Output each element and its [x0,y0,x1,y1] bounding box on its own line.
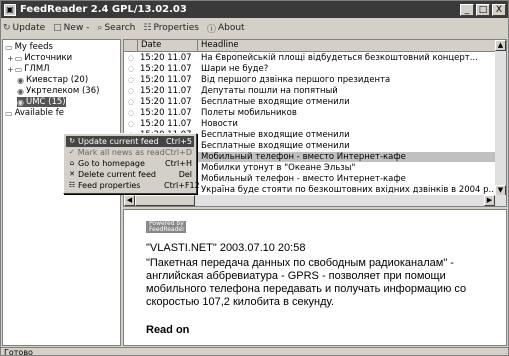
menu-feed-properties[interactable]: ☷ Feed properties Ctrl+F12 [66,180,200,191]
tree-item-glml[interactable]: + ▭ ГЛМЛ [7,64,50,74]
home-icon: ⌂ [69,159,75,167]
table-row[interactable]: ◌ 15:20 11.07 Шари не буде? [124,64,496,74]
table-row[interactable]: ◌ 15:20 11.07 Депутаты пошли на попятный [124,86,496,96]
delete-icon: ✕ [69,170,75,178]
horizontal-scrollbar[interactable]: ◀ ▶ [124,195,506,206]
scroll-up-icon[interactable]: ▲ [495,40,506,51]
feed-app-icon: ▣ [4,3,16,16]
tree-item-ukrtelecom[interactable]: ◉ Укртелеком (36) [17,86,99,96]
info-icon: ⓘ [206,24,216,35]
scroll-thumb[interactable] [135,195,195,206]
table-row[interactable]: ◌ 15:20 11.07 На Європейській площі відбуд… [124,53,496,63]
menu-delete-current-feed[interactable]: ✕ Delete current feed Del [66,169,194,180]
row-date: 15:20 11.07 [140,108,192,118]
row-headline: Бесплатные входящие отменили [201,141,350,151]
refresh-icon: ↻ [3,23,11,33]
folder-icon: ▭ [14,64,23,74]
news-item-icon: ◌ [127,98,135,106]
properties-icon: ☷ [68,181,76,189]
row-headline: Мобильный телефон - вместо Интернет-кафе [201,152,406,162]
list-header: Date Headline [124,40,496,52]
article-body: "Пакетная передача данных по свободным р… [146,257,467,308]
window-title: FeedReader 2.4 GPL/13.02.03 [20,4,187,15]
column-header-date[interactable]: Date [138,40,198,52]
properties-button[interactable]: ☷ Properties [143,23,199,33]
feed-icon: ◉ [17,86,24,96]
row-headline: Україна буде стояти по безкоштовних вхід… [201,185,496,195]
news-item-icon: ◌ [127,54,135,62]
tree-item-umc[interactable]: ◉ UMC (15) [17,97,66,107]
row-headline: Полеты мобильников [201,108,297,118]
column-header-headline[interactable]: Headline [198,40,496,52]
refresh-icon: ↻ [69,137,75,145]
menu-update-current-feed[interactable]: ↻ Update current feed Ctrl+5 [66,136,194,147]
row-headline: На Європейській площі відбудеться безкош… [201,53,478,63]
search-icon: ⌕ [97,23,103,33]
row-headline: Мобилки утонут в "Океане Эльзы" [201,163,356,173]
close-button[interactable]: X [492,3,506,16]
new-button[interactable]: □ New - [53,23,89,33]
row-headline: Бесплатные входящие отменили [201,130,350,140]
row-headline: Шари не буде? [201,64,269,74]
preview-pane: Powered by FeedReader "VLASTI.NET" 2003.0… [123,209,507,346]
vertical-scrollbar[interactable]: ▲ ▼ [495,40,506,196]
column-header-icon[interactable] [124,40,138,52]
news-item-icon: ◌ [127,65,135,73]
row-headline: Мобильный телефон - вместо Интернет-кафе [201,174,406,184]
news-item-icon: ◌ [127,87,135,95]
feed-icon: ◉ [17,97,24,107]
title-bar: ▣ FeedReader 2.4 GPL/13.02.03 _ □ X [1,1,508,18]
tree-item-sources[interactable]: + ▭ Источники [7,53,72,63]
news-item-icon: ◌ [127,120,135,128]
read-on-link[interactable]: Read on [146,324,189,336]
minimize-button[interactable]: _ [460,3,474,16]
row-headline: Новости [201,119,238,129]
row-headline: Від першого дзвінка першого президента [201,75,391,85]
properties-icon: ☷ [143,23,152,33]
powered-by-badge[interactable]: Powered by FeedReader [146,221,186,233]
search-button[interactable]: ⌕ Search [97,23,135,33]
new-icon: □ [53,23,62,33]
row-date: 15:20 11.07 [140,75,192,85]
status-bar: Готово [1,347,508,356]
menu-mark-all-read[interactable]: ✓ Mark all news as read Ctrl+D [66,147,194,158]
tree-root[interactable]: ▭ My feeds [5,42,53,52]
scroll-left-icon[interactable]: ◀ [124,195,135,206]
mark-read-icon: ✓ [68,148,75,156]
toolbar: ↻ Update □ New - ⌕ Search ☷ Properties ⓘ Abou… [1,19,508,37]
app-window: ▣ FeedReader 2.4 GPL/13.02.03 _ □ X ↻ Upd… [0,0,509,356]
feed-icon: ◉ [17,75,24,85]
context-menu: ↻ Update current feed Ctrl+5 ✓ Mark all new… [63,133,200,194]
row-date: 15:20 11.07 [140,97,192,107]
table-row[interactable]: ◌ 15:20 11.07 Бесплатные входящие отменили [124,97,496,107]
row-date: 15:20 11.07 [140,53,192,63]
about-button[interactable]: ⓘ About [207,22,245,35]
table-row[interactable]: ◌ 15:20 11.07 Полеты мобильников [124,108,496,118]
folder-icon: ▭ [5,42,13,52]
row-date: 15:20 11.07 [140,119,192,129]
menu-go-to-homepage[interactable]: ⌂ Go to homepage Ctrl+H [66,158,194,169]
news-item-icon: ◌ [127,76,135,84]
update-button[interactable]: ↻ Update [3,23,45,33]
tree-item-kyivstar[interactable]: ◉ Киевстар (20) [17,75,88,85]
maximize-button[interactable]: □ [476,3,490,16]
folder-icon: ▭ [5,108,13,118]
row-headline: Депутаты пошли на попятный [201,86,338,96]
expand-icon[interactable]: + [7,65,14,74]
expand-icon[interactable]: + [7,54,14,63]
table-row[interactable]: ◌ 15:20 11.07 Від першого дзвінка першого … [124,75,496,85]
folder-icon: ▭ [14,53,23,63]
row-headline: Бесплатные входящие отменили [201,97,350,107]
row-date: 15:20 11.07 [140,64,192,74]
news-item-icon: ◌ [127,109,135,117]
row-date: 15:20 11.07 [140,86,192,96]
article-title: "VLASTI.NET" 2003.07.10 20:58 [146,242,306,254]
tree-item-available[interactable]: ▭ Available fe [5,108,64,118]
scroll-right-icon[interactable]: ▶ [484,195,495,206]
table-row[interactable]: ◌ 15:20 11.07 Новости [124,119,496,129]
